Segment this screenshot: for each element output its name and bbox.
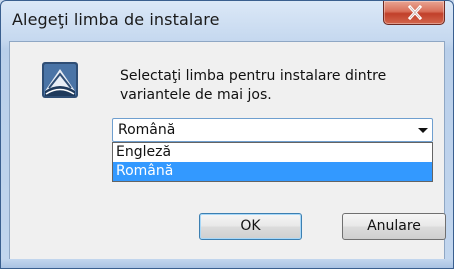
language-select[interactable]: Română [112,118,433,142]
title-bar[interactable]: Alegeţi limba de instalare [1,1,453,43]
installer-language-dialog: Alegeţi limba de instalare Selectaţi lim… [0,0,454,269]
ok-button[interactable]: OK [199,213,302,240]
close-button[interactable] [383,1,445,25]
installer-app-icon [42,62,78,98]
window-bottom-frame [1,259,453,268]
language-select-value: Română [118,122,176,138]
cancel-button[interactable]: Anulare [342,213,446,240]
instruction-text: Selectaţi limba pentru instalare dintre … [120,68,387,103]
close-icon [407,5,423,20]
language-option-romanian[interactable]: Română [113,162,432,181]
language-option-english[interactable]: Engleză [113,143,432,162]
chevron-down-icon[interactable] [418,128,428,133]
language-dropdown-list: Engleză Română [112,142,433,182]
window-title: Alegeţi limba de instalare [12,10,220,29]
